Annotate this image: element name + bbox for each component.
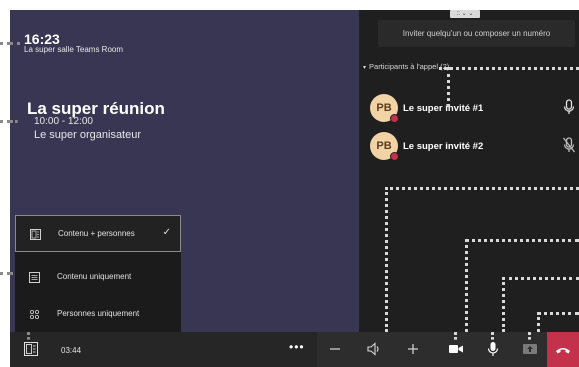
microphone-icon[interactable] xyxy=(485,341,501,357)
callout-grid-vertical-4 xyxy=(537,312,540,332)
volume-down-icon[interactable] xyxy=(327,341,343,357)
callout-camera-vertical xyxy=(454,332,457,340)
participant-name: Le super invité #1 xyxy=(403,103,484,114)
callout-share-vertical xyxy=(528,332,531,340)
callout-grid-line-1 xyxy=(385,187,579,190)
meeting-organizer: Le super organisateur xyxy=(34,129,142,141)
callout-grid-vertical-1 xyxy=(385,187,388,332)
status-badge xyxy=(390,152,399,161)
meeting-time: 10:00 - 12:00 xyxy=(34,116,93,127)
camera-icon[interactable] xyxy=(448,341,464,357)
status-badge xyxy=(390,114,399,123)
menu-item-content-people[interactable]: Contenu + personnes ✓ xyxy=(15,215,181,252)
mic-on-icon[interactable] xyxy=(563,99,575,115)
teams-room-window: 16:23 La super salle Teams Room La super… xyxy=(10,10,579,367)
callout-participants-vertical xyxy=(447,67,450,107)
more-options-button[interactable]: ••• xyxy=(289,340,305,354)
menu-item-label: Contenu uniquement xyxy=(57,272,132,281)
callout-grid-line-4 xyxy=(537,312,579,315)
avatar-initials: PB xyxy=(376,140,392,152)
room-name: La super salle Teams Room xyxy=(24,45,124,54)
participant-name: Le super invité #2 xyxy=(403,141,484,152)
people-only-icon xyxy=(29,309,40,320)
callout-grid-vertical-2 xyxy=(465,239,468,332)
callout-participants-line xyxy=(439,67,579,70)
call-controls xyxy=(317,332,547,367)
panel-grip-handle[interactable]: :: ⌄ ⌄ xyxy=(450,10,480,18)
hang-up-button[interactable] xyxy=(547,332,579,367)
speaker-icon[interactable] xyxy=(366,341,382,357)
callout-grid-vertical-3 xyxy=(502,277,505,332)
participant-row[interactable]: PB Le super invité #1 xyxy=(370,94,575,126)
menu-item-content-only[interactable]: Contenu uniquement xyxy=(15,259,181,296)
callout-grid-line-3 xyxy=(502,277,579,280)
share-screen-icon[interactable] xyxy=(522,341,538,357)
call-toolbar: 03:44 ••• xyxy=(10,332,579,367)
volume-up-icon[interactable] xyxy=(405,341,421,357)
layout-menu: Contenu + personnes ✓ Contenu uniquement… xyxy=(15,215,181,332)
invite-button[interactable]: Inviter quelqu'un ou composer un numéro xyxy=(378,20,575,47)
checkmark-icon: ✓ xyxy=(162,227,171,238)
callout-layout-vertical xyxy=(27,332,30,340)
chevron-down-icon: ▾ xyxy=(363,65,367,71)
menu-item-label: Contenu + personnes xyxy=(58,229,135,238)
menu-item-people-only[interactable]: Personnes uniquement xyxy=(15,296,181,333)
avatar: PB xyxy=(370,132,399,161)
callout-mic-vertical xyxy=(491,332,494,340)
callout-title-line-inner xyxy=(10,120,18,123)
hang-up-icon xyxy=(556,348,570,354)
call-duration: 03:44 xyxy=(61,346,82,355)
menu-item-label: Personnes uniquement xyxy=(57,309,140,318)
participant-row[interactable]: PB Le super invité #2 xyxy=(370,132,575,164)
callout-grid-line-2 xyxy=(465,239,579,242)
layout-icon[interactable] xyxy=(24,342,38,356)
content-only-icon xyxy=(29,272,40,283)
side-panel: :: ⌄ ⌄ Inviter quelqu'un ou composer un … xyxy=(359,10,579,332)
participants-header[interactable]: ▾ Participants à l'appel (2) xyxy=(363,62,449,71)
content-people-icon xyxy=(30,229,41,240)
avatar: PB xyxy=(370,94,399,123)
participants-header-label: Participants à l'appel (2) xyxy=(369,62,450,71)
callout-clock-line-inner xyxy=(10,42,20,45)
avatar-initials: PB xyxy=(376,102,392,114)
mic-muted-icon[interactable] xyxy=(563,137,575,153)
